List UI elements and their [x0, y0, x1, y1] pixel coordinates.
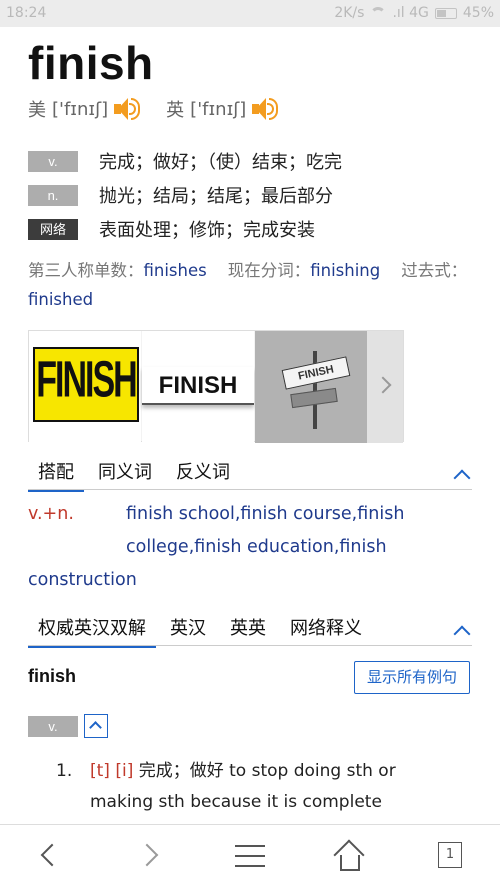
definition-row: v. 完成；做好；（使）结束；吃完 [28, 144, 342, 178]
definition-list: v. 完成；做好；（使）结束；吃完 n. 抛光；结局；结尾；最后部分 网络 表面… [28, 144, 342, 246]
entry-word: finish [28, 666, 76, 686]
pos-tag: v. [28, 715, 78, 737]
us-speaker-icon[interactable] [112, 96, 141, 122]
signal-indicator: .ıl 4G [392, 5, 429, 21]
definition-text: 抛光；结局；结尾；最后部分 [99, 186, 333, 207]
show-all-examples-button[interactable]: 显示所有例句 [354, 661, 470, 694]
image-thumbnail[interactable]: FINISH [29, 331, 141, 443]
collapse-pos-button[interactable] [84, 714, 108, 738]
dictionary-tabs: 权威英汉双解 英汉 英英 网络释义 [28, 614, 376, 648]
image-thumbnail[interactable]: FINISH [142, 331, 254, 443]
grammar-code: [t] [i] [90, 761, 134, 781]
status-bar: 18:24 2K/s .ıl 4G 45% [0, 0, 500, 27]
collocation-line[interactable]: construction [28, 564, 472, 597]
forward-icon[interactable] [135, 843, 159, 867]
word-forms: 第三人称单数：finishes 现在分词：finishing 过去式： finis… [28, 256, 472, 314]
tab-en-en[interactable]: 英英 [220, 614, 276, 648]
network-speed: 2K/s [334, 5, 365, 21]
bottom-navigation: 1 [0, 824, 500, 889]
battery-level: 45% [462, 5, 494, 21]
chevron-right-icon [374, 376, 392, 394]
pronunciation-row: 美 ['fɪnɪʃ] 英 ['fɪnɪʃ] [28, 96, 304, 122]
collocation-line[interactable]: college,finish education,finish [28, 531, 472, 564]
definition-row: n. 抛光；结局；结尾；最后部分 [28, 178, 342, 212]
image-strip: FINISH FINISH FINISH [28, 330, 404, 443]
collocation-tabs: 搭配 同义词 反义词 [28, 458, 244, 492]
collocation-line[interactable]: finish school,finish course,finish [126, 504, 404, 524]
us-label: 美 [28, 100, 46, 121]
entry-pos-row: v. [28, 714, 108, 738]
uk-label: 英 [166, 100, 185, 121]
tab-antonyms[interactable]: 反义词 [166, 458, 240, 492]
form-label: 现在分词： [227, 261, 311, 280]
chevron-up-icon [89, 721, 102, 734]
form-label: 过去式： [401, 261, 468, 280]
form-third-person[interactable]: finishes [144, 261, 207, 280]
pos-tag: v. [28, 150, 78, 172]
uk-speaker-icon[interactable] [250, 96, 279, 122]
wifi-icon [370, 7, 387, 19]
sense-item: 1. [t] [i] 完成；做好 to stop doing sth or mak… [56, 756, 476, 818]
form-past-tense[interactable]: finished [28, 290, 93, 309]
headword: finish [28, 37, 154, 89]
tab-en-cn[interactable]: 英汉 [160, 614, 216, 648]
battery-icon [434, 7, 457, 19]
definition-row: 网络 表面处理；修饰；完成安装 [28, 212, 342, 246]
definition-text: 表面处理；修饰；完成安装 [99, 220, 315, 241]
tab-web-definitions[interactable]: 网络释义 [280, 614, 372, 648]
back-icon[interactable] [40, 843, 64, 867]
tab-divider [28, 489, 472, 490]
form-present-participle[interactable]: finishing [310, 261, 380, 280]
tab-synonyms[interactable]: 同义词 [88, 458, 162, 492]
tab-collocation[interactable]: 搭配 [28, 458, 84, 492]
form-label: 第三人称单数： [28, 261, 144, 280]
collocation-block: v.+n. finish school,finish course,finish … [28, 498, 472, 597]
sense-text: making sth because it is complete [90, 792, 382, 812]
pos-tag-web: 网络 [28, 218, 78, 240]
status-time: 18:24 [6, 5, 47, 21]
tab-authoritative-bilingual[interactable]: 权威英汉双解 [28, 614, 156, 648]
menu-icon[interactable] [235, 845, 265, 867]
collocation-pattern: v.+n. [28, 504, 74, 524]
pos-tag: n. [28, 184, 78, 206]
collapse-icon[interactable] [453, 469, 471, 487]
tab-divider [28, 645, 472, 646]
uk-phonetic: ['fɪnɪʃ] [190, 98, 247, 120]
collapse-icon[interactable] [453, 625, 471, 643]
thumbnail-text: FINISH [142, 367, 254, 405]
home-icon[interactable] [333, 839, 366, 871]
sense-number: 1. [56, 761, 73, 781]
definition-text: 完成；做好；（使）结束；吃完 [99, 152, 342, 173]
image-thumbnail[interactable]: FINISH [255, 331, 367, 443]
sense-text: 完成；做好 to stop doing sth or [138, 761, 396, 781]
us-phonetic: ['fɪnɪʃ] [52, 98, 109, 120]
more-images-button[interactable] [367, 331, 403, 443]
thumbnail-text: FINISH [36, 351, 137, 409]
tabs-icon[interactable]: 1 [438, 842, 462, 868]
